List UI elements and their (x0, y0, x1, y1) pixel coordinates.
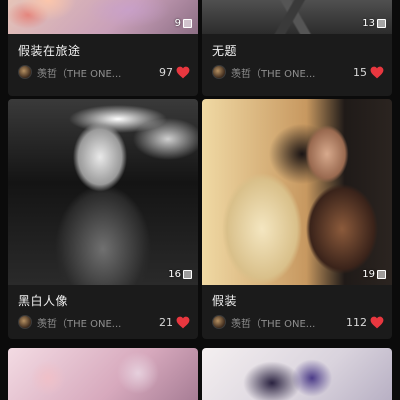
album-cover-image[interactable] (202, 348, 392, 400)
album-meta: 羡哲（THE ONE... 15 (212, 63, 384, 81)
like-count: 97 (159, 65, 173, 79)
album-meta: 羡哲（THE ONE... 97 (18, 63, 190, 81)
album-card[interactable]: 13 无题 羡哲（THE ONE... 15 (202, 0, 392, 96)
author-avatar[interactable] (212, 315, 226, 329)
photos-icon (183, 19, 192, 28)
author-avatar[interactable] (18, 315, 32, 329)
album-card[interactable] (202, 348, 392, 400)
album-title[interactable]: 假装在旅途 (18, 42, 81, 59)
heart-icon[interactable] (176, 66, 190, 79)
like-count: 21 (159, 315, 173, 329)
album-title[interactable]: 黑白人像 (18, 292, 68, 309)
photos-icon (183, 270, 192, 279)
photos-icon (377, 270, 386, 279)
heart-icon[interactable] (176, 316, 190, 329)
author-name[interactable]: 羡哲（THE ONE... (37, 65, 159, 80)
heart-icon[interactable] (370, 316, 384, 329)
album-card[interactable] (8, 348, 198, 400)
album-cover-image[interactable] (8, 348, 198, 400)
album-cover-image[interactable]: 13 (202, 0, 392, 34)
album-cover-image[interactable]: 16 (8, 99, 198, 285)
album-title[interactable]: 无题 (212, 42, 237, 59)
album-card[interactable]: 19 假装 羡哲（THE ONE... 112 (202, 99, 392, 339)
author-name[interactable]: 羡哲（THE ONE... (231, 315, 346, 330)
album-cover-image[interactable]: 19 (202, 99, 392, 285)
photo-count-badge: 19 (362, 269, 386, 280)
author-avatar[interactable] (212, 65, 226, 79)
photo-count-badge: 9 (175, 18, 192, 29)
photos-icon (377, 19, 386, 28)
author-name[interactable]: 羡哲（THE ONE... (37, 315, 159, 330)
album-card[interactable]: 9 假装在旅途 羡哲（THE ONE... 97 (8, 0, 198, 96)
album-card[interactable]: 16 黑白人像 羡哲（THE ONE... 21 (8, 99, 198, 339)
album-meta: 羡哲（THE ONE... 112 (212, 313, 384, 331)
like-count: 112 (346, 315, 367, 329)
author-avatar[interactable] (18, 65, 32, 79)
album-meta: 羡哲（THE ONE... 21 (18, 313, 190, 331)
photo-count-badge: 16 (168, 269, 192, 280)
author-name[interactable]: 羡哲（THE ONE... (231, 65, 353, 80)
like-count: 15 (353, 65, 367, 79)
album-title[interactable]: 假装 (212, 292, 237, 309)
heart-icon[interactable] (370, 66, 384, 79)
album-cover-image[interactable]: 9 (8, 0, 198, 34)
photo-count-badge: 13 (362, 18, 386, 29)
album-grid: 9 假装在旅途 羡哲（THE ONE... 97 13 无题 羡哲（THE ON… (0, 0, 400, 400)
